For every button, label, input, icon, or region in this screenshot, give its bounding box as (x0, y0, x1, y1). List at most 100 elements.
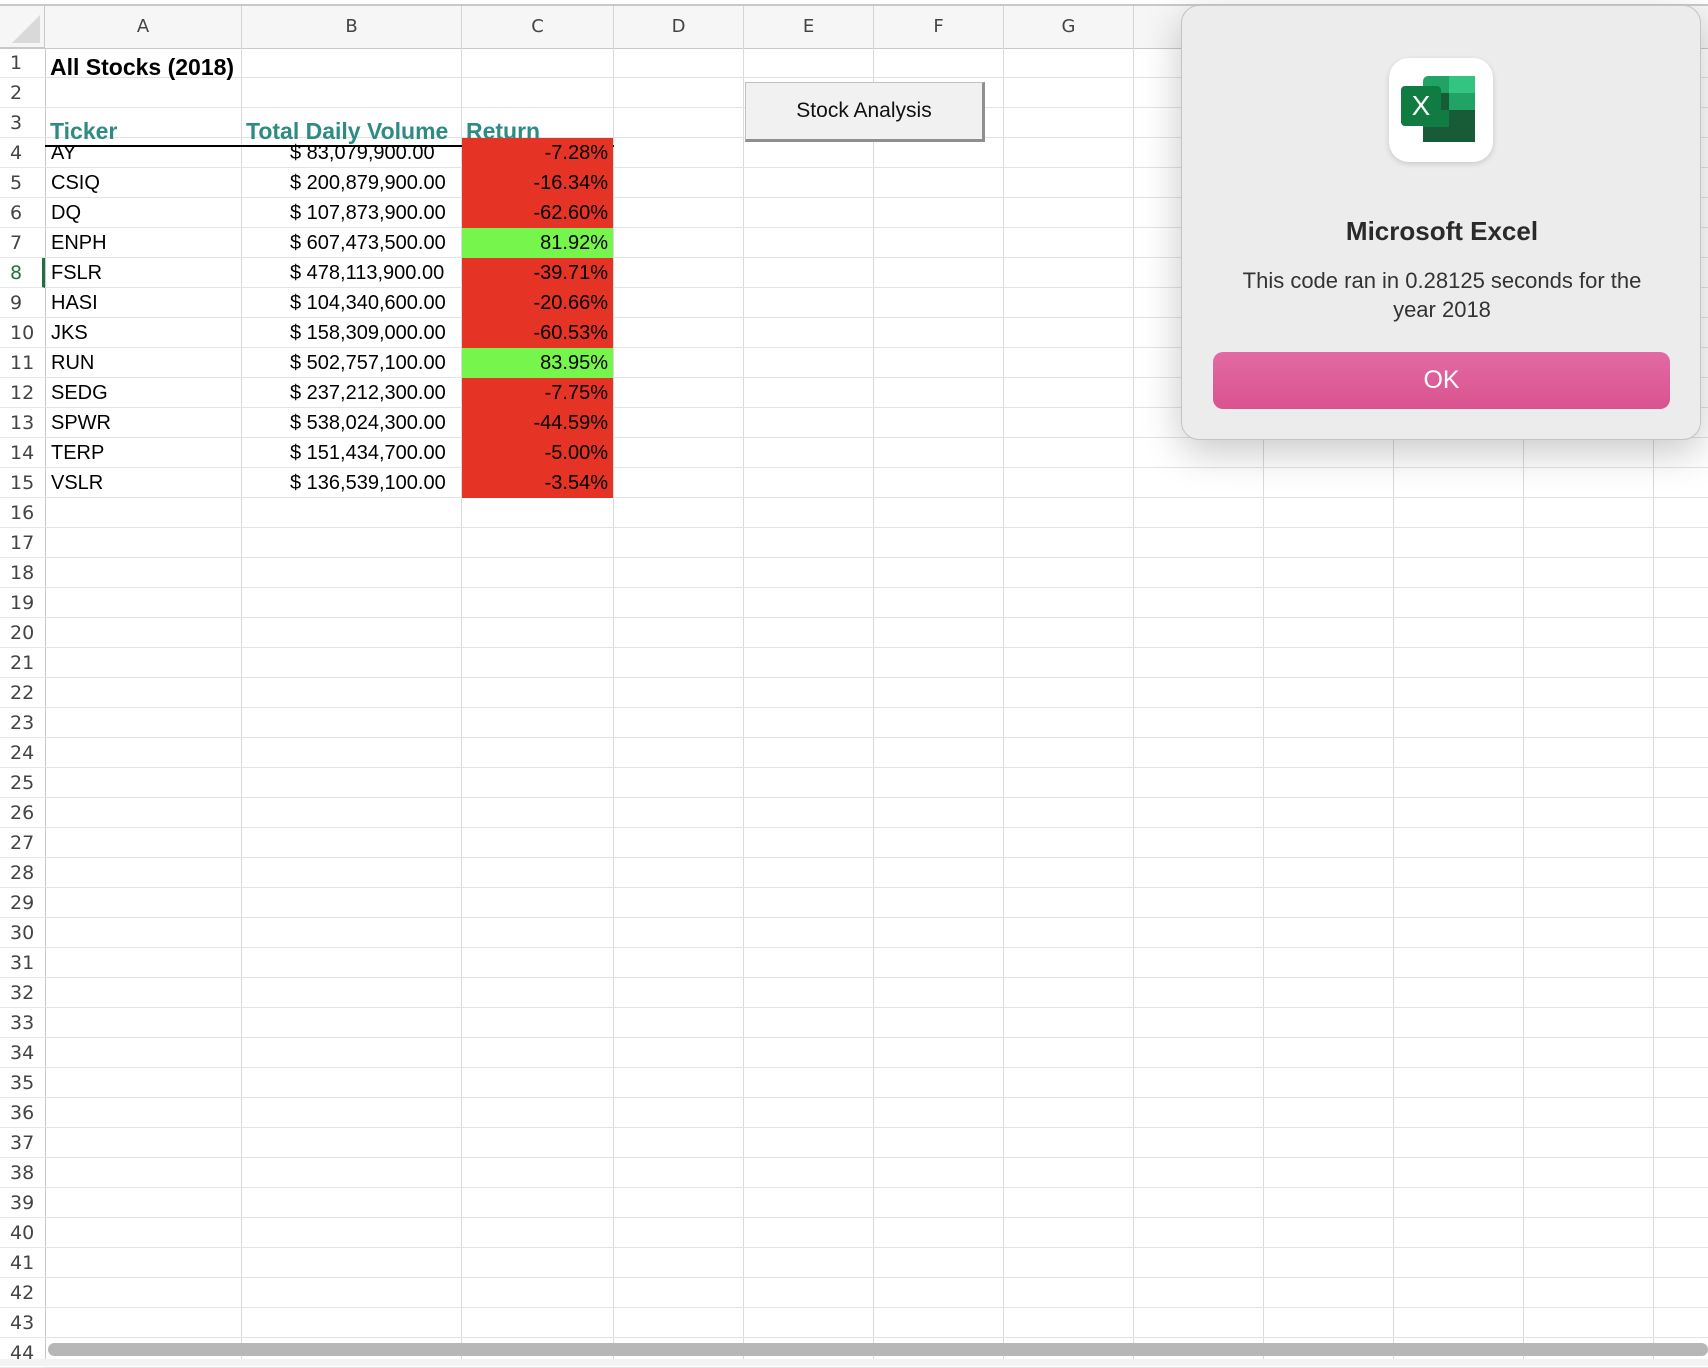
return-cell[interactable]: 83.95% (462, 348, 613, 378)
ticker-cell[interactable]: RUN (46, 348, 241, 378)
row-header-26[interactable]: 26 (0, 798, 45, 828)
row-header-14[interactable]: 14 (0, 438, 45, 468)
return-cell[interactable]: -44.59% (462, 408, 613, 438)
row-header-10[interactable]: 10 (0, 318, 45, 348)
row-header-2[interactable]: 2 (0, 78, 45, 108)
return-cell[interactable]: -39.71% (462, 258, 613, 288)
ok-button[interactable]: OK (1213, 352, 1670, 409)
row-header-31[interactable]: 31 (0, 948, 45, 978)
row-header-32[interactable]: 32 (0, 978, 45, 1008)
return-cell[interactable]: -16.34% (462, 168, 613, 198)
row-header-22[interactable]: 22 (0, 678, 45, 708)
return-cell[interactable]: -62.60% (462, 198, 613, 228)
row-header-35[interactable]: 35 (0, 1068, 45, 1098)
ticker-cell[interactable]: TERP (46, 438, 241, 468)
row-header-8[interactable]: 8 (0, 258, 45, 288)
row-header-24[interactable]: 24 (0, 738, 45, 768)
row-header-18[interactable]: 18 (0, 558, 45, 588)
ticker-cell[interactable]: JKS (46, 318, 241, 348)
row-header-33[interactable]: 33 (0, 1008, 45, 1038)
gridline-row-29 (45, 917, 1708, 918)
return-cell[interactable]: -3.54% (462, 468, 613, 498)
horizontal-scrollbar[interactable] (48, 1343, 1708, 1356)
row-header-3[interactable]: 3 (0, 108, 45, 138)
row-header-29[interactable]: 29 (0, 888, 45, 918)
volume-cell[interactable]: $ 136,539,100.00 (242, 468, 461, 498)
return-cell[interactable]: 81.92% (462, 228, 613, 258)
row-header-25[interactable]: 25 (0, 768, 45, 798)
row-header-13[interactable]: 13 (0, 408, 45, 438)
ticker-cell[interactable]: SPWR (46, 408, 241, 438)
ticker-cell[interactable]: DQ (46, 198, 241, 228)
volume-cell[interactable]: $ 158,309,000.00 (242, 318, 461, 348)
select-all-corner[interactable] (0, 6, 45, 48)
row-header-1[interactable]: 1 (0, 48, 45, 78)
row-header-9[interactable]: 9 (0, 288, 45, 318)
gridline-row-34 (45, 1067, 1708, 1068)
ticker-cell[interactable]: FSLR (46, 258, 241, 288)
row-header-28[interactable]: 28 (0, 858, 45, 888)
stock-analysis-button[interactable]: Stock Analysis (745, 82, 985, 142)
spreadsheet: A B C D E F G 1 2 3 4 5 6 7 8 9 10 11 12 13 14 15 16 17 1… (0, 0, 1708, 1368)
column-header-f[interactable]: F (874, 6, 1004, 48)
row-header-34[interactable]: 34 (0, 1038, 45, 1068)
column-header-g[interactable]: G (1004, 6, 1134, 48)
column-header-b[interactable]: B (242, 6, 462, 48)
volume-cell[interactable]: $ 538,024,300.00 (242, 408, 461, 438)
volume-cell[interactable]: $ 104,340,600.00 (242, 288, 461, 318)
volume-cell[interactable]: $ 502,757,100.00 (242, 348, 461, 378)
column-header-e[interactable]: E (744, 6, 874, 48)
row-header-20[interactable]: 20 (0, 618, 45, 648)
row-header-21[interactable]: 21 (0, 648, 45, 678)
row-header-43[interactable]: 43 (0, 1308, 45, 1338)
ticker-cell[interactable]: ENPH (46, 228, 241, 258)
row-header-11[interactable]: 11 (0, 348, 45, 378)
gridline-row-21 (45, 677, 1708, 678)
row-header-36[interactable]: 36 (0, 1098, 45, 1128)
row-header-15[interactable]: 15 (0, 468, 45, 498)
row-header-41[interactable]: 41 (0, 1248, 45, 1278)
row-header-6[interactable]: 6 (0, 198, 45, 228)
volume-cell[interactable]: $ 237,212,300.00 (242, 378, 461, 408)
volume-cell[interactable]: $ 607,473,500.00 (242, 228, 461, 258)
ticker-cell[interactable]: CSIQ (46, 168, 241, 198)
return-cell[interactable]: -20.66% (462, 288, 613, 318)
return-cell[interactable]: -7.28% (462, 138, 613, 168)
ticker-cell[interactable]: HASI (46, 288, 241, 318)
volume-cell[interactable]: $ 83,079,900.00 (242, 138, 461, 168)
row-header-16[interactable]: 16 (0, 498, 45, 528)
row-header-23[interactable]: 23 (0, 708, 45, 738)
gridline-row-36 (45, 1127, 1708, 1128)
row-header-40[interactable]: 40 (0, 1218, 45, 1248)
row-header-37[interactable]: 37 (0, 1128, 45, 1158)
row-header-19[interactable]: 19 (0, 588, 45, 618)
gridline-row-38 (45, 1187, 1708, 1188)
volume-cell[interactable]: $ 200,879,900.00 (242, 168, 461, 198)
row-header-5[interactable]: 5 (0, 168, 45, 198)
row-header-42[interactable]: 42 (0, 1278, 45, 1308)
column-header-a[interactable]: A (45, 6, 242, 48)
row-header-27[interactable]: 27 (0, 828, 45, 858)
volume-cell[interactable]: $ 151,434,700.00 (242, 438, 461, 468)
row-header-12[interactable]: 12 (0, 378, 45, 408)
column-header-d[interactable]: D (614, 6, 744, 48)
sheet-title-cell[interactable]: All Stocks (2018) (50, 52, 234, 82)
ticker-cell[interactable]: VSLR (46, 468, 241, 498)
volume-cell[interactable]: $ 478,113,900.00 (242, 258, 461, 288)
return-cell[interactable]: -5.00% (462, 438, 613, 468)
row-header-4[interactable]: 4 (0, 138, 45, 168)
row-header-17[interactable]: 17 (0, 528, 45, 558)
gridline-row-22 (45, 707, 1708, 708)
return-cell[interactable]: -60.53% (462, 318, 613, 348)
volume-cell[interactable]: $ 107,873,900.00 (242, 198, 461, 228)
gridline-row-40 (45, 1247, 1708, 1248)
gridline-row-24 (45, 767, 1708, 768)
column-header-c[interactable]: C (462, 6, 614, 48)
row-header-39[interactable]: 39 (0, 1188, 45, 1218)
ticker-cell[interactable]: SEDG (46, 378, 241, 408)
row-header-7[interactable]: 7 (0, 228, 45, 258)
ticker-cell[interactable]: AY (46, 138, 241, 168)
row-header-38[interactable]: 38 (0, 1158, 45, 1188)
row-header-30[interactable]: 30 (0, 918, 45, 948)
return-cell[interactable]: -7.75% (462, 378, 613, 408)
